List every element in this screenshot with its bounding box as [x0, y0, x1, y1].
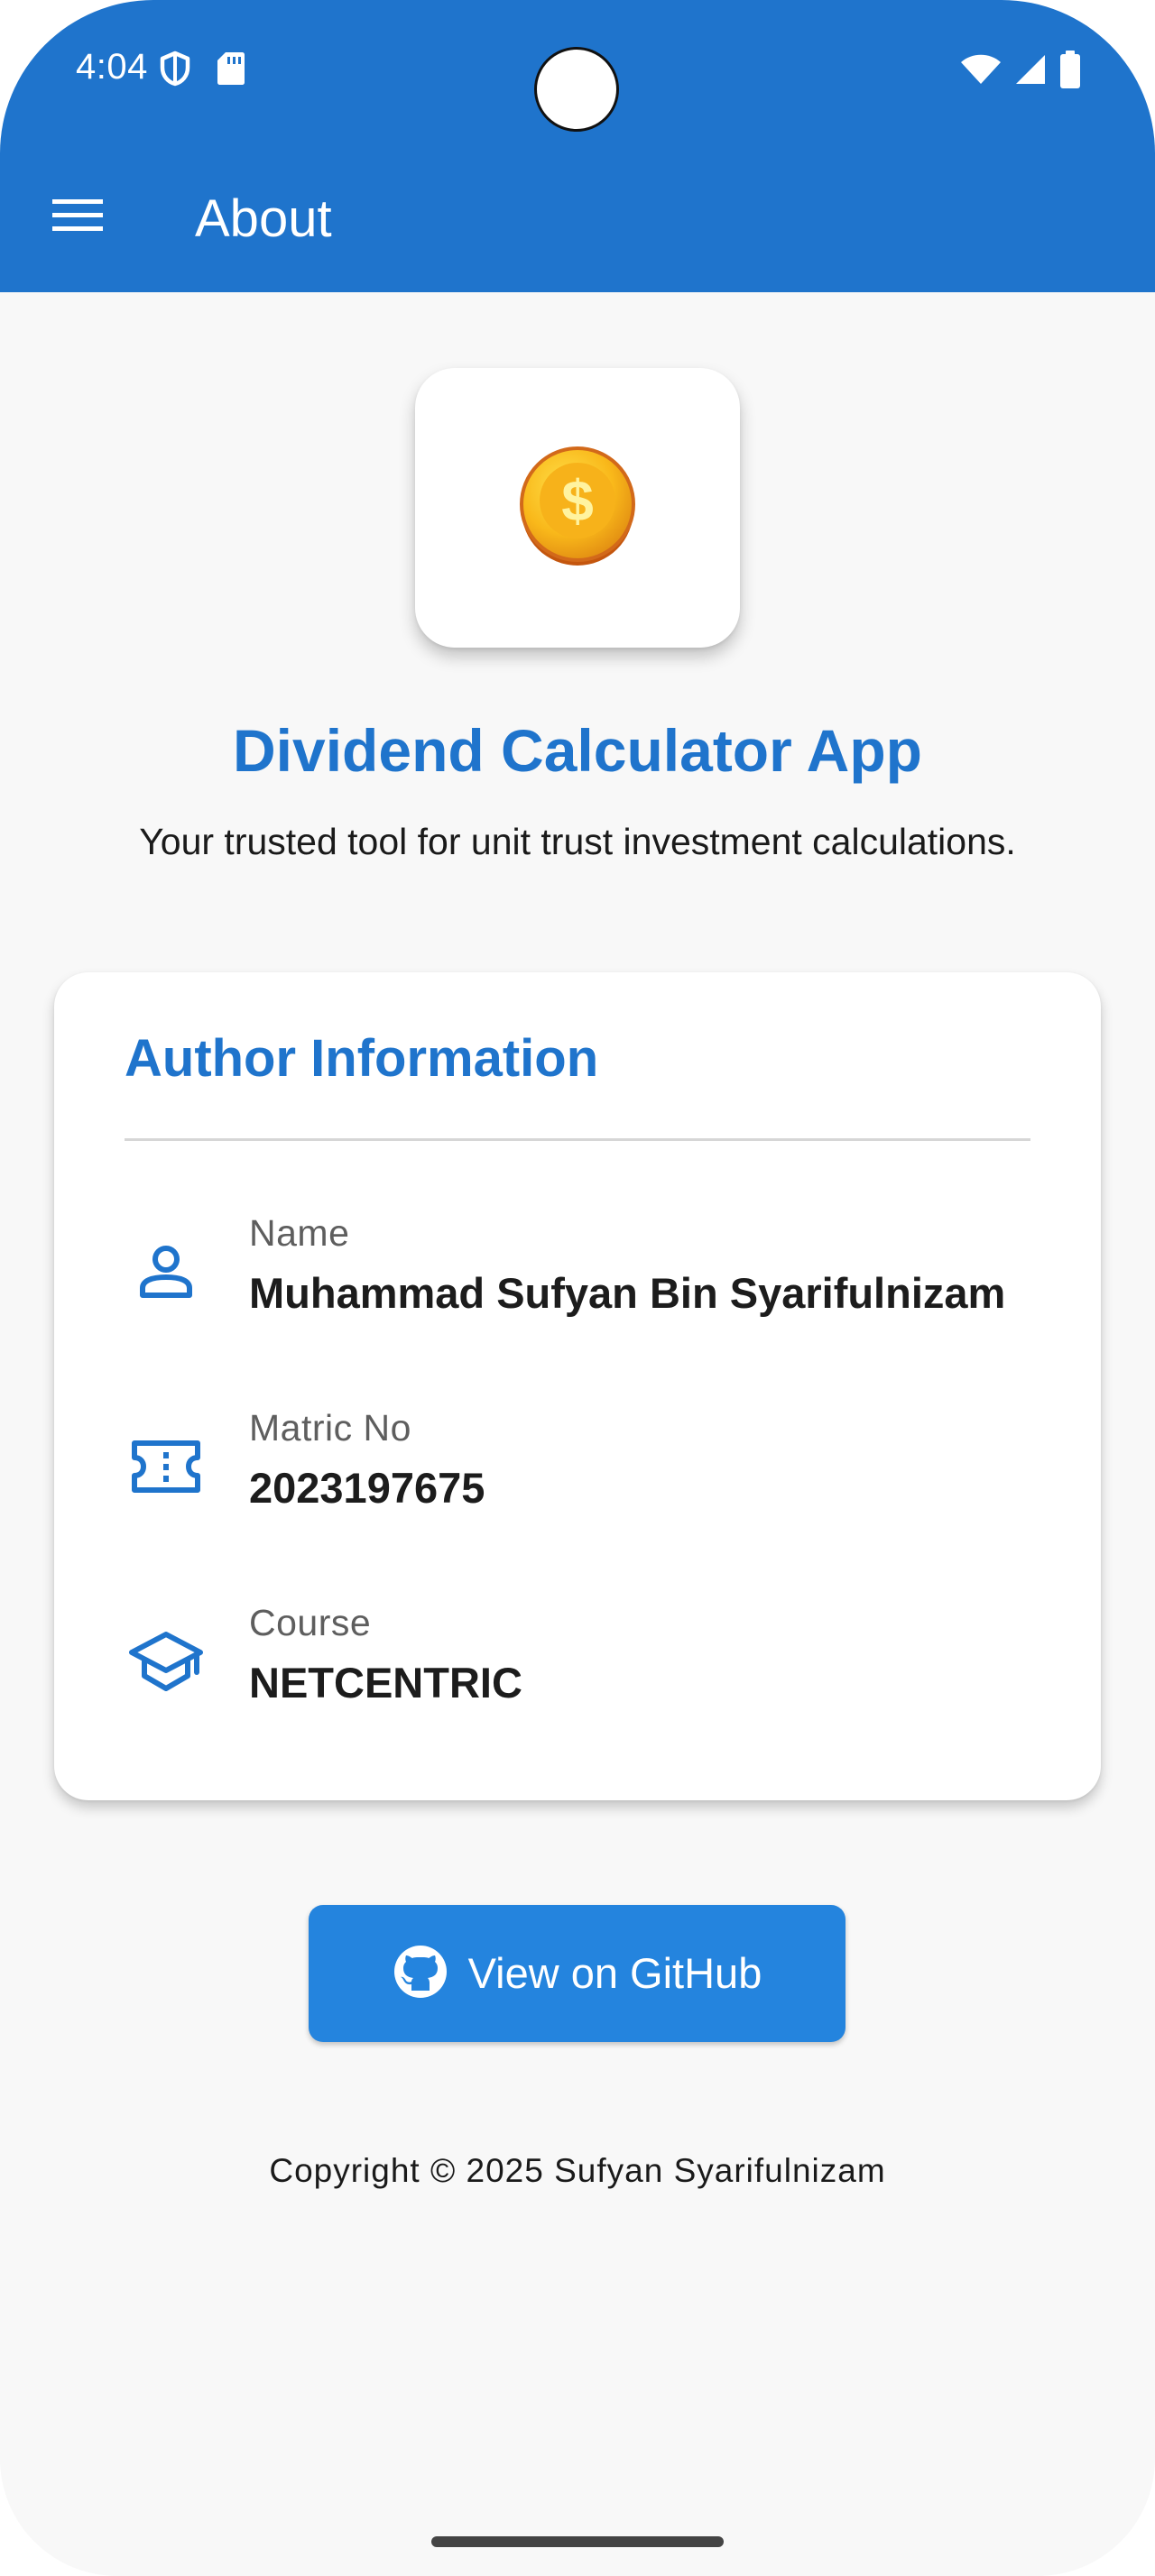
menu-icon — [52, 198, 103, 238]
cell-signal-icon — [1014, 53, 1047, 90]
app-bar: 4:04 About — [0, 0, 1155, 292]
info-row-name: Name Muhammad Sufyan Bin Syarifulnizam — [125, 1209, 1063, 1344]
person-icon — [125, 1230, 208, 1313]
app-name: Dividend Calculator App — [233, 717, 922, 784]
shield-icon — [159, 51, 191, 91]
sd-card-icon — [217, 51, 245, 91]
battery-icon — [1059, 51, 1081, 93]
status-right-icons — [960, 51, 1081, 93]
info-label: Matric No — [249, 1407, 411, 1449]
page-title: About — [195, 189, 332, 248]
dollar-coin-icon: $ — [514, 443, 641, 574]
github-icon — [393, 1944, 448, 2004]
menu-button[interactable] — [42, 186, 114, 249]
info-row-course: Course NETCENTRIC — [125, 1598, 1063, 1734]
info-value: 2023197675 — [249, 1464, 485, 1512]
view-on-github-button[interactable]: View on GitHub — [309, 1905, 845, 2042]
info-value: Muhammad Sufyan Bin Syarifulnizam — [249, 1269, 1006, 1317]
card-heading: Author Information — [125, 1029, 599, 1088]
github-button-label: View on GitHub — [467, 1949, 762, 1997]
info-row-matric: Matric No 2023197675 — [125, 1403, 1063, 1539]
svg-text:$: $ — [561, 468, 594, 533]
app-logo: $ — [415, 368, 740, 648]
author-info-card: Author Information Name Muhammad Sufyan … — [54, 972, 1101, 1800]
camera-cutout — [534, 47, 619, 132]
divider — [125, 1138, 1030, 1141]
ticket-icon — [125, 1425, 208, 1508]
home-indicator[interactable] — [431, 2536, 724, 2547]
info-label: Name — [249, 1212, 350, 1254]
phone-screen: 4:04 About $ Dividend Calculator App You… — [0, 0, 1155, 2576]
info-value: NETCENTRIC — [249, 1659, 522, 1707]
graduation-cap-icon — [125, 1620, 208, 1703]
app-tagline: Your trusted tool for unit trust investm… — [139, 821, 1016, 862]
status-left-icons — [159, 51, 245, 91]
wifi-icon — [960, 53, 1002, 90]
info-label: Course — [249, 1602, 372, 1643]
copyright-text: Copyright © 2025 Sufyan Syarifulnizam — [269, 2152, 886, 2189]
status-time: 4:04 — [76, 47, 148, 87]
